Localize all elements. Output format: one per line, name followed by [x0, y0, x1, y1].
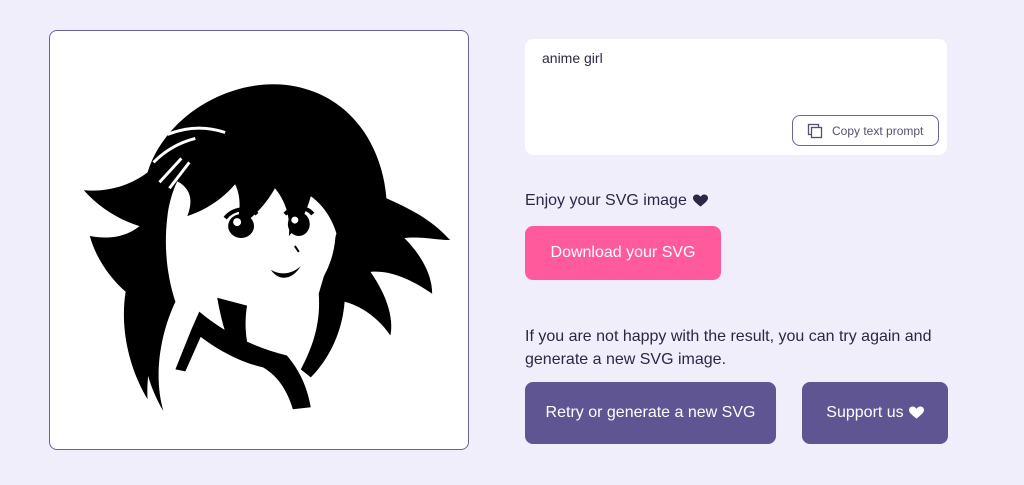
copy-icon [807, 123, 823, 139]
heart-icon [908, 406, 924, 420]
svg-preview-frame [49, 30, 469, 450]
heart-icon [692, 194, 708, 208]
enjoy-text: Enjoy your SVG image [525, 192, 687, 209]
prompt-text: anime girl [542, 50, 603, 66]
retry-generate-button[interactable]: Retry or generate a new SVG [525, 382, 776, 444]
retry-info-text: If you are not happy with the result, yo… [525, 328, 932, 368]
copy-text-prompt-label: Copy text prompt [832, 123, 924, 138]
support-us-label: Support us [826, 404, 904, 421]
download-svg-button[interactable]: Download your SVG [525, 226, 721, 280]
prompt-box: anime girl Copy text prompt [525, 39, 947, 155]
enjoy-message: Enjoy your SVG image [525, 192, 708, 210]
support-us-button[interactable]: Support us [802, 382, 948, 444]
anime-girl-illustration [83, 84, 451, 412]
copy-text-prompt-button[interactable]: Copy text prompt [792, 115, 939, 146]
